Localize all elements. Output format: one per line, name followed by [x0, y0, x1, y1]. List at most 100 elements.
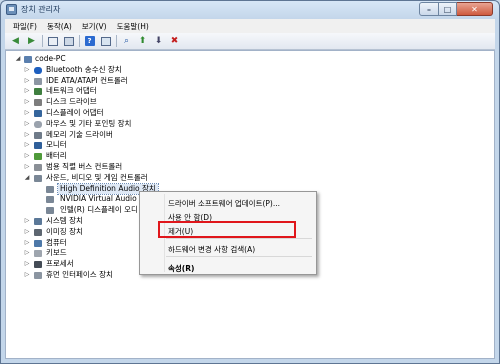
system-devices-icon: [34, 217, 42, 225]
expand-arrow-icon[interactable]: ▷: [23, 259, 31, 270]
toolbar: ◀ ▶ ? ⌕ ⬆ ⬇ ✖: [5, 33, 495, 50]
tree-item-label: 네트워크 어댑터: [46, 86, 97, 96]
tree-item[interactable]: ◢ 사운드, 비디오 및 게임 컨트롤러: [6, 173, 406, 184]
tree-item[interactable]: ▷ 디스크 드라이브: [6, 97, 406, 108]
tree-root[interactable]: ◢ code-PC: [6, 54, 406, 65]
expand-arrow-icon[interactable]: ▷: [23, 130, 31, 141]
tree-item-label: 디스플레이 어댑터: [46, 107, 104, 117]
expand-arrow-icon[interactable]: ▷: [23, 227, 31, 238]
display-adapter-icon: [34, 109, 42, 117]
expand-arrow-icon[interactable]: ▷: [23, 65, 31, 76]
close-button[interactable]: ✕: [457, 2, 493, 16]
maximize-icon: □: [443, 4, 452, 14]
tree-item-label: 범용 직렬 버스 컨트롤러: [46, 161, 123, 171]
context-scan-hardware[interactable]: 하드웨어 변경 사항 검색(A): [168, 244, 255, 255]
help-icon[interactable]: ?: [83, 35, 96, 48]
tree-item-label: 프로세서: [46, 259, 74, 269]
expand-arrow-icon[interactable]: ▷: [23, 108, 31, 119]
toolbar-separator: [79, 35, 80, 47]
context-menu-separator: [166, 238, 312, 239]
tree-item[interactable]: ▷ 범용 직렬 버스 컨트롤러: [6, 162, 406, 173]
minimize-icon: –: [427, 4, 431, 14]
update-driver-icon[interactable]: ⬆: [136, 35, 149, 48]
tree-item-label: 마우스 및 기타 포인팅 장치: [46, 118, 132, 128]
context-update-driver[interactable]: 드라이버 소프트웨어 업데이트(P)...: [168, 198, 280, 209]
battery-icon: [34, 153, 42, 161]
view-icon[interactable]: [62, 35, 75, 48]
tree-item-label: 배터리: [46, 151, 67, 161]
expand-arrow-icon[interactable]: ▷: [23, 119, 31, 130]
bluetooth-icon: [34, 66, 42, 74]
audio-device-icon: [46, 185, 54, 193]
back-arrow-icon[interactable]: ◀: [9, 35, 22, 48]
disable-icon[interactable]: ⬇: [152, 35, 165, 48]
tree-item-label: 시스템 장치: [46, 215, 83, 225]
tree-item[interactable]: ▷ IDE ATA/ATAPI 컨트롤러: [6, 76, 406, 87]
annotation-highlight-box: [158, 221, 296, 238]
expand-arrow-icon[interactable]: ▷: [23, 97, 31, 108]
view-icon-2[interactable]: [99, 35, 112, 48]
forward-arrow-icon[interactable]: ▶: [25, 35, 38, 48]
usb-controller-icon: [34, 163, 42, 171]
menu-help[interactable]: 도움말(H): [112, 21, 154, 32]
audio-device-icon: [46, 196, 54, 204]
tree-item[interactable]: ▷ 디스플레이 어댑터: [6, 108, 406, 119]
title-bar[interactable]: 장치 관리자 – □ ✕: [1, 1, 499, 19]
keyboard-icon: [34, 250, 42, 258]
tree-item-label: 이미징 장치: [46, 226, 83, 236]
tree-item-label: Bluetooth 송수신 장치: [46, 64, 122, 74]
expand-arrow-icon[interactable]: ▷: [23, 238, 31, 249]
expand-arrow-icon[interactable]: ▷: [23, 216, 31, 227]
close-icon: ✕: [471, 4, 478, 14]
context-properties[interactable]: 속성(R): [168, 263, 194, 274]
menu-view[interactable]: 보기(V): [77, 21, 112, 32]
tree-item[interactable]: ▷ 네트워크 어댑터: [6, 86, 406, 97]
expand-arrow-icon[interactable]: ▷: [23, 248, 31, 259]
mouse-icon: [34, 120, 42, 128]
expand-arrow-icon[interactable]: ▷: [23, 86, 31, 97]
menu-action[interactable]: 동작(A): [42, 21, 77, 32]
tree-item-label: NVIDIA Virtual Audio D: [60, 194, 145, 204]
collapse-arrow-icon[interactable]: ◢: [14, 54, 22, 65]
window-title: 장치 관리자: [21, 5, 61, 14]
caption-buttons: – □ ✕: [419, 2, 493, 16]
network-adapter-icon: [34, 88, 42, 96]
uninstall-icon[interactable]: ✖: [168, 35, 181, 48]
device-manager-icon: [6, 4, 17, 15]
expand-arrow-icon[interactable]: ▷: [23, 76, 31, 87]
tree-item[interactable]: ▷ 메모리 기술 드라이버: [6, 130, 406, 141]
tree-item-label: IDE ATA/ATAPI 컨트롤러: [46, 75, 128, 85]
expand-arrow-icon[interactable]: ▷: [23, 270, 31, 281]
menu-file[interactable]: 파일(F): [8, 21, 42, 32]
tree-root-label: code-PC: [35, 54, 66, 63]
tree-item[interactable]: ▷ 배터리: [6, 151, 406, 162]
scan-hardware-icon[interactable]: ⌕: [120, 35, 133, 48]
menu-bar: 파일(F) 동작(A) 보기(V) 도움말(H): [5, 19, 495, 33]
device-manager-window: 장치 관리자 – □ ✕ 파일(F) 동작(A) 보기(V) 도움말(H) ◀ …: [0, 0, 500, 364]
tree-item-label: 모니터: [46, 140, 67, 150]
tree-item-label: 키보드: [46, 248, 67, 258]
human-interface-icon: [34, 271, 42, 279]
expand-arrow-icon[interactable]: ▷: [23, 162, 31, 173]
tree-item[interactable]: ▷ Bluetooth 송수신 장치: [6, 65, 406, 76]
maximize-button[interactable]: □: [439, 2, 457, 16]
imaging-device-icon: [34, 228, 42, 236]
toolbar-separator: [42, 35, 43, 47]
properties-icon[interactable]: [46, 35, 59, 48]
processor-icon: [34, 261, 42, 269]
tree-item[interactable]: ▷ 마우스 및 기타 포인팅 장치: [6, 119, 406, 130]
expand-arrow-icon[interactable]: ▷: [23, 151, 31, 162]
expand-arrow-icon[interactable]: ▷: [23, 140, 31, 151]
ide-controller-icon: [34, 77, 42, 85]
collapse-arrow-icon[interactable]: ◢: [23, 173, 31, 184]
context-menu-separator: [166, 256, 312, 257]
tree-item-label: 메모리 기술 드라이버: [46, 129, 113, 139]
toolbar-separator: [116, 35, 117, 47]
computer-icon: [24, 56, 32, 63]
minimize-button[interactable]: –: [419, 2, 439, 16]
tree-item-label: 사운드, 비디오 및 게임 컨트롤러: [46, 172, 148, 182]
disk-drive-icon: [34, 99, 42, 107]
tree-item[interactable]: ▷ 모니터: [6, 140, 406, 151]
computer-icon: [34, 239, 42, 247]
audio-device-icon: [46, 207, 54, 215]
